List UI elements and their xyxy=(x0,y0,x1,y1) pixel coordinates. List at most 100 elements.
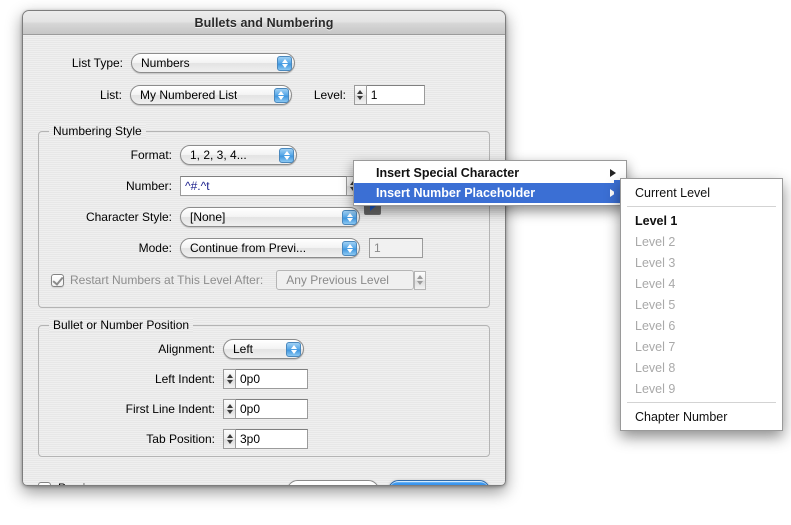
ok-button[interactable]: OK xyxy=(388,480,490,485)
updown-arrows-icon xyxy=(277,56,292,71)
number-row: Number: ^#.^t xyxy=(47,176,387,196)
level-value: 1 xyxy=(370,88,378,102)
format-value: 1, 2, 3, 4... xyxy=(190,148,247,162)
character-style-popup[interactable]: [None] xyxy=(180,207,360,227)
first-line-indent-label: First Line Indent: xyxy=(125,402,215,416)
insert-context-menu: Insert Special Character Insert Number P… xyxy=(353,160,627,206)
left-indent-row: Left Indent: 0p0 xyxy=(47,369,308,389)
level-field[interactable]: 1 xyxy=(366,85,426,105)
submenu-item-level-2: Level 2 xyxy=(621,231,782,252)
dialog-title: Bullets and Numbering xyxy=(194,15,334,30)
submenu-item-level-4: Level 4 xyxy=(621,273,782,294)
restart-after-stepper[interactable] xyxy=(414,270,427,290)
number-field[interactable]: ^#.^t xyxy=(180,176,347,196)
alignment-row: Alignment: Left xyxy=(47,339,304,359)
submenu-item-chapter-number[interactable]: Chapter Number xyxy=(621,406,782,427)
left-indent-field[interactable]: 0p0 xyxy=(236,369,308,389)
character-style-label: Character Style: xyxy=(85,210,172,224)
character-style-row: Character Style: [None] xyxy=(47,207,387,227)
updown-arrows-icon xyxy=(279,148,294,163)
level-stepper[interactable] xyxy=(353,85,367,105)
list-popup[interactable]: My Numbered List xyxy=(129,85,292,105)
first-line-indent-value: 0p0 xyxy=(240,402,261,416)
restart-numbers-label: Restart Numbers at This Level After: xyxy=(70,273,264,287)
numbering-style-group: Numbering Style Format: 1, 2, 3, 4... Nu… xyxy=(38,124,490,308)
submenu-item-label: Level 7 xyxy=(635,339,676,354)
submenu-item-level-1[interactable]: Level 1 xyxy=(621,210,782,231)
restart-after-value: Any Previous Level xyxy=(286,273,389,287)
submenu-item-level-8: Level 8 xyxy=(621,357,782,378)
dialog-body: List Type: Numbers List: My Numbered Lis… xyxy=(23,35,505,486)
tab-position-value: 3p0 xyxy=(240,432,261,446)
updown-arrows-icon xyxy=(342,210,357,225)
preview-checkbox[interactable] xyxy=(38,481,51,485)
number-value: ^#.^t xyxy=(185,179,210,193)
tab-position-label: Tab Position: xyxy=(146,432,215,446)
submenu-arrow-icon xyxy=(610,169,616,177)
list-type-popup[interactable]: Numbers xyxy=(131,53,295,73)
mode-value: Continue from Previ... xyxy=(190,241,307,255)
submenu-item-label: Current Level xyxy=(635,185,711,200)
preview-control[interactable]: Preview xyxy=(38,481,101,485)
submenu-item-label: Level 6 xyxy=(635,318,676,333)
list-type-label: List Type: xyxy=(71,56,123,70)
submenu-separator xyxy=(627,402,776,403)
restart-after-popup[interactable]: Any Previous Level xyxy=(276,270,415,290)
cancel-button-label: Cancel xyxy=(314,484,351,486)
list-type-value: Numbers xyxy=(141,56,190,70)
alignment-popup[interactable]: Left xyxy=(223,339,304,359)
restart-numbers-checkbox[interactable] xyxy=(51,273,64,287)
tab-position-row: Tab Position: 3p0 xyxy=(47,429,308,449)
submenu-separator xyxy=(627,206,776,207)
menu-item-label: Insert Number Placeholder xyxy=(376,186,536,200)
format-popup[interactable]: 1, 2, 3, 4... xyxy=(180,145,297,165)
bullet-position-group: Bullet or Number Position Alignment: Lef… xyxy=(38,318,490,457)
updown-arrows-icon xyxy=(286,342,301,357)
first-line-indent-stepper[interactable] xyxy=(223,399,236,419)
submenu-item-label: Level 1 xyxy=(635,213,678,228)
list-label: List: xyxy=(99,88,122,102)
level-label: Level: xyxy=(313,88,346,102)
submenu-item-current-level[interactable]: Current Level xyxy=(621,182,782,203)
format-label: Format: xyxy=(130,148,172,162)
number-placeholder-submenu: Current Level Level 1 Level 2 Level 3 Le… xyxy=(620,178,783,431)
bullets-and-numbering-dialog: Bullets and Numbering List Type: Numbers… xyxy=(22,10,506,486)
mode-label: Mode: xyxy=(138,241,172,255)
number-label: Number: xyxy=(125,179,172,193)
updown-arrows-icon xyxy=(342,241,357,256)
alignment-value: Left xyxy=(233,342,254,356)
mode-popup[interactable]: Continue from Previ... xyxy=(180,238,360,258)
left-indent-value: 0p0 xyxy=(240,372,261,386)
menu-item-label: Insert Special Character xyxy=(376,166,520,180)
tab-position-stepper[interactable] xyxy=(223,429,236,449)
mode-number-field[interactable]: 1 xyxy=(369,238,423,258)
list-value: My Numbered List xyxy=(139,88,238,102)
submenu-item-level-6: Level 6 xyxy=(621,315,782,336)
submenu-item-label: Level 2 xyxy=(635,234,676,249)
numbering-style-group-title: Numbering Style xyxy=(49,124,146,138)
submenu-item-label: Level 9 xyxy=(635,381,676,396)
preview-label: Preview xyxy=(58,481,101,485)
submenu-item-level-3: Level 3 xyxy=(621,252,782,273)
alignment-label: Alignment: xyxy=(158,342,215,356)
dialog-titlebar: Bullets and Numbering xyxy=(23,11,505,35)
submenu-item-label: Level 5 xyxy=(635,297,676,312)
restart-numbers-row: Restart Numbers at This Level After: Any… xyxy=(51,270,481,290)
submenu-item-label: Level 8 xyxy=(635,360,676,375)
list-type-row: List Type: Numbers xyxy=(45,53,305,73)
first-line-indent-row: First Line Indent: 0p0 xyxy=(47,399,308,419)
submenu-item-label: Chapter Number xyxy=(635,409,728,424)
first-line-indent-field[interactable]: 0p0 xyxy=(236,399,308,419)
menu-item-insert-number-placeholder[interactable]: Insert Number Placeholder xyxy=(354,183,626,203)
cancel-button[interactable]: Cancel xyxy=(287,480,379,486)
list-row: List: My Numbered List Level: 1 xyxy=(45,85,426,105)
left-indent-label: Left Indent: xyxy=(154,372,215,386)
tab-position-field[interactable]: 3p0 xyxy=(236,429,308,449)
left-indent-stepper[interactable] xyxy=(223,369,236,389)
mode-number-value: 1 xyxy=(374,241,381,255)
updown-arrows-icon xyxy=(273,88,289,103)
submenu-item-level-5: Level 5 xyxy=(621,294,782,315)
submenu-item-label: Level 3 xyxy=(635,255,676,270)
mode-row: Mode: Continue from Previ... 1 xyxy=(47,238,467,258)
menu-item-insert-special-character[interactable]: Insert Special Character xyxy=(354,163,626,183)
